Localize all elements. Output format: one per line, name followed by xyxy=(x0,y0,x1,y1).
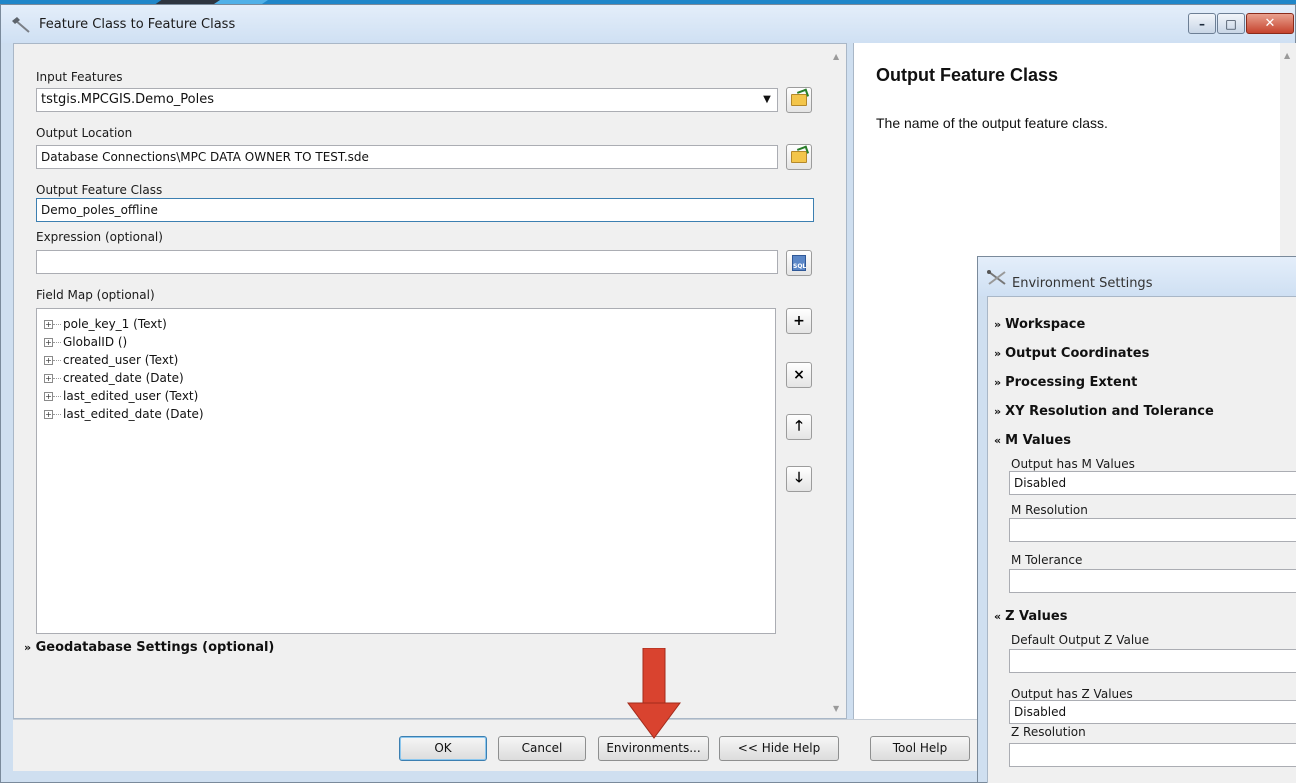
geodatabase-settings-section[interactable]: » Geodatabase Settings (optional) xyxy=(24,640,274,655)
parameters-pane: Input Features tstgis.MPCGIS.Demo_Poles … xyxy=(13,43,847,719)
field-map-item[interactable]: + pole_key_1 (Text) xyxy=(37,315,775,334)
m-resolution-label: M Resolution xyxy=(1011,503,1088,517)
field-map-item[interactable]: + created_date (Date) xyxy=(37,369,775,388)
tools-icon xyxy=(987,270,1006,285)
field-map-item[interactable]: + last_edited_user (Text) xyxy=(37,387,775,406)
add-field-button[interactable]: + xyxy=(786,308,812,334)
chevron-expand-icon: » xyxy=(24,641,32,654)
tool-help-button[interactable]: Tool Help xyxy=(870,736,970,761)
chevron-expand-icon: » xyxy=(994,376,1002,389)
chevron-expand-icon: » xyxy=(994,405,1002,418)
help-body: The name of the output feature class. xyxy=(876,115,1108,131)
output-feature-class-value: Demo_poles_offline xyxy=(41,203,158,217)
env-section-processing-extent[interactable]: » Processing Extent xyxy=(994,375,1137,390)
maximize-icon: □ xyxy=(1225,16,1237,31)
m-tolerance-field[interactable] xyxy=(1009,569,1296,593)
env-section-xy-resolution[interactable]: » XY Resolution and Tolerance xyxy=(994,404,1214,419)
output-has-z-select[interactable]: Disabled xyxy=(1009,700,1296,724)
expand-icon[interactable]: + xyxy=(44,392,53,401)
input-features-combo[interactable]: tstgis.MPCGIS.Demo_Poles ▼ xyxy=(36,88,778,112)
cancel-button[interactable]: Cancel xyxy=(498,736,586,761)
env-settings-body: » Workspace » Output Coordinates » Processi… xyxy=(987,296,1296,783)
minimize-icon: – xyxy=(1199,16,1205,31)
default-z-field[interactable] xyxy=(1009,649,1296,673)
arrow-up-icon: 🡑 xyxy=(795,418,803,434)
plus-icon: + xyxy=(793,313,805,329)
close-button[interactable]: ✕ xyxy=(1246,13,1294,34)
output-feature-class-label: Output Feature Class xyxy=(36,183,163,197)
field-map-item[interactable]: + GlobalID () xyxy=(37,333,775,352)
z-resolution-field[interactable] xyxy=(1009,743,1296,767)
remove-field-button[interactable]: × xyxy=(786,362,812,388)
hide-help-button[interactable]: << Hide Help xyxy=(719,736,839,761)
chevron-expand-icon: » xyxy=(994,347,1002,360)
input-features-label: Input Features xyxy=(36,70,123,84)
window-title: Feature Class to Feature Class xyxy=(39,17,236,32)
output-location-value: Database Connections\MPC DATA OWNER TO T… xyxy=(41,150,369,164)
title-bar: Feature Class to Feature Class – □ ✕ xyxy=(1,5,1295,43)
sql-builder-button[interactable]: SQL xyxy=(786,250,812,276)
sql-icon: SQL xyxy=(792,255,806,271)
input-features-value: tstgis.MPCGIS.Demo_Poles xyxy=(41,92,214,107)
scroll-up-icon[interactable]: ▲ xyxy=(833,52,839,61)
parameters-scrollbar[interactable]: ▲ ▼ xyxy=(829,44,846,718)
delete-icon: × xyxy=(793,367,805,383)
chevron-collapse-icon: « xyxy=(994,434,1002,447)
expand-icon[interactable]: + xyxy=(44,320,53,329)
output-location-field[interactable]: Database Connections\MPC DATA OWNER TO T… xyxy=(36,145,778,169)
move-up-button[interactable]: 🡑 xyxy=(786,414,812,440)
expand-icon[interactable]: + xyxy=(44,356,53,365)
field-map-item[interactable]: + last_edited_date (Date) xyxy=(37,405,775,424)
env-window-title: Environment Settings xyxy=(1012,276,1153,291)
chevron-down-icon[interactable]: ▼ xyxy=(761,94,773,106)
hammer-icon xyxy=(12,17,30,33)
z-resolution-label: Z Resolution xyxy=(1011,725,1086,739)
env-section-output-coordinates[interactable]: » Output Coordinates xyxy=(994,346,1149,361)
chevron-expand-icon: » xyxy=(994,318,1002,331)
browse-input-button[interactable] xyxy=(786,87,812,113)
field-map-item[interactable]: + created_user (Text) xyxy=(37,351,775,370)
m-tolerance-label: M Tolerance xyxy=(1011,553,1083,567)
expression-label: Expression (optional) xyxy=(36,230,163,244)
annotation-arrow xyxy=(627,648,681,739)
expand-icon[interactable]: + xyxy=(44,374,53,383)
expression-field[interactable] xyxy=(36,250,778,274)
scroll-down-icon[interactable]: ▼ xyxy=(833,704,839,713)
chevron-collapse-icon: « xyxy=(994,610,1002,623)
output-location-label: Output Location xyxy=(36,126,133,140)
folder-icon xyxy=(791,151,807,163)
env-title-bar: Environment Settings xyxy=(978,257,1296,296)
output-feature-class-field[interactable]: Demo_poles_offline xyxy=(36,198,814,222)
scroll-up-icon[interactable]: ▲ xyxy=(1284,51,1290,60)
close-icon: ✕ xyxy=(1264,16,1276,31)
output-has-m-select[interactable]: Disabled xyxy=(1009,471,1296,495)
env-section-m-values[interactable]: «M Values xyxy=(994,433,1071,448)
folder-icon xyxy=(791,94,807,106)
field-map-label: Field Map (optional) xyxy=(36,288,155,302)
output-has-m-label: Output has M Values xyxy=(1011,457,1135,471)
help-title: Output Feature Class xyxy=(876,65,1059,85)
move-down-button[interactable]: 🡓 xyxy=(786,466,812,492)
env-section-workspace[interactable]: » Workspace xyxy=(994,317,1085,332)
env-section-z-values[interactable]: «Z Values xyxy=(994,609,1067,624)
default-z-label: Default Output Z Value xyxy=(1011,633,1150,647)
expand-icon[interactable]: + xyxy=(44,410,53,419)
maximize-button[interactable]: □ xyxy=(1217,13,1245,34)
expand-icon[interactable]: + xyxy=(44,338,53,347)
m-resolution-field[interactable] xyxy=(1009,518,1296,542)
environment-settings-window: Environment Settings » Workspace » Output … xyxy=(977,256,1296,783)
arrow-down-icon: 🡓 xyxy=(795,470,803,486)
field-map-tree[interactable]: + pole_key_1 (Text) + GlobalID () + created… xyxy=(36,308,776,634)
ok-button[interactable]: OK xyxy=(399,736,487,761)
browse-output-location-button[interactable] xyxy=(786,144,812,170)
output-has-z-label: Output has Z Values xyxy=(1011,687,1133,701)
minimize-button[interactable]: – xyxy=(1188,13,1216,34)
